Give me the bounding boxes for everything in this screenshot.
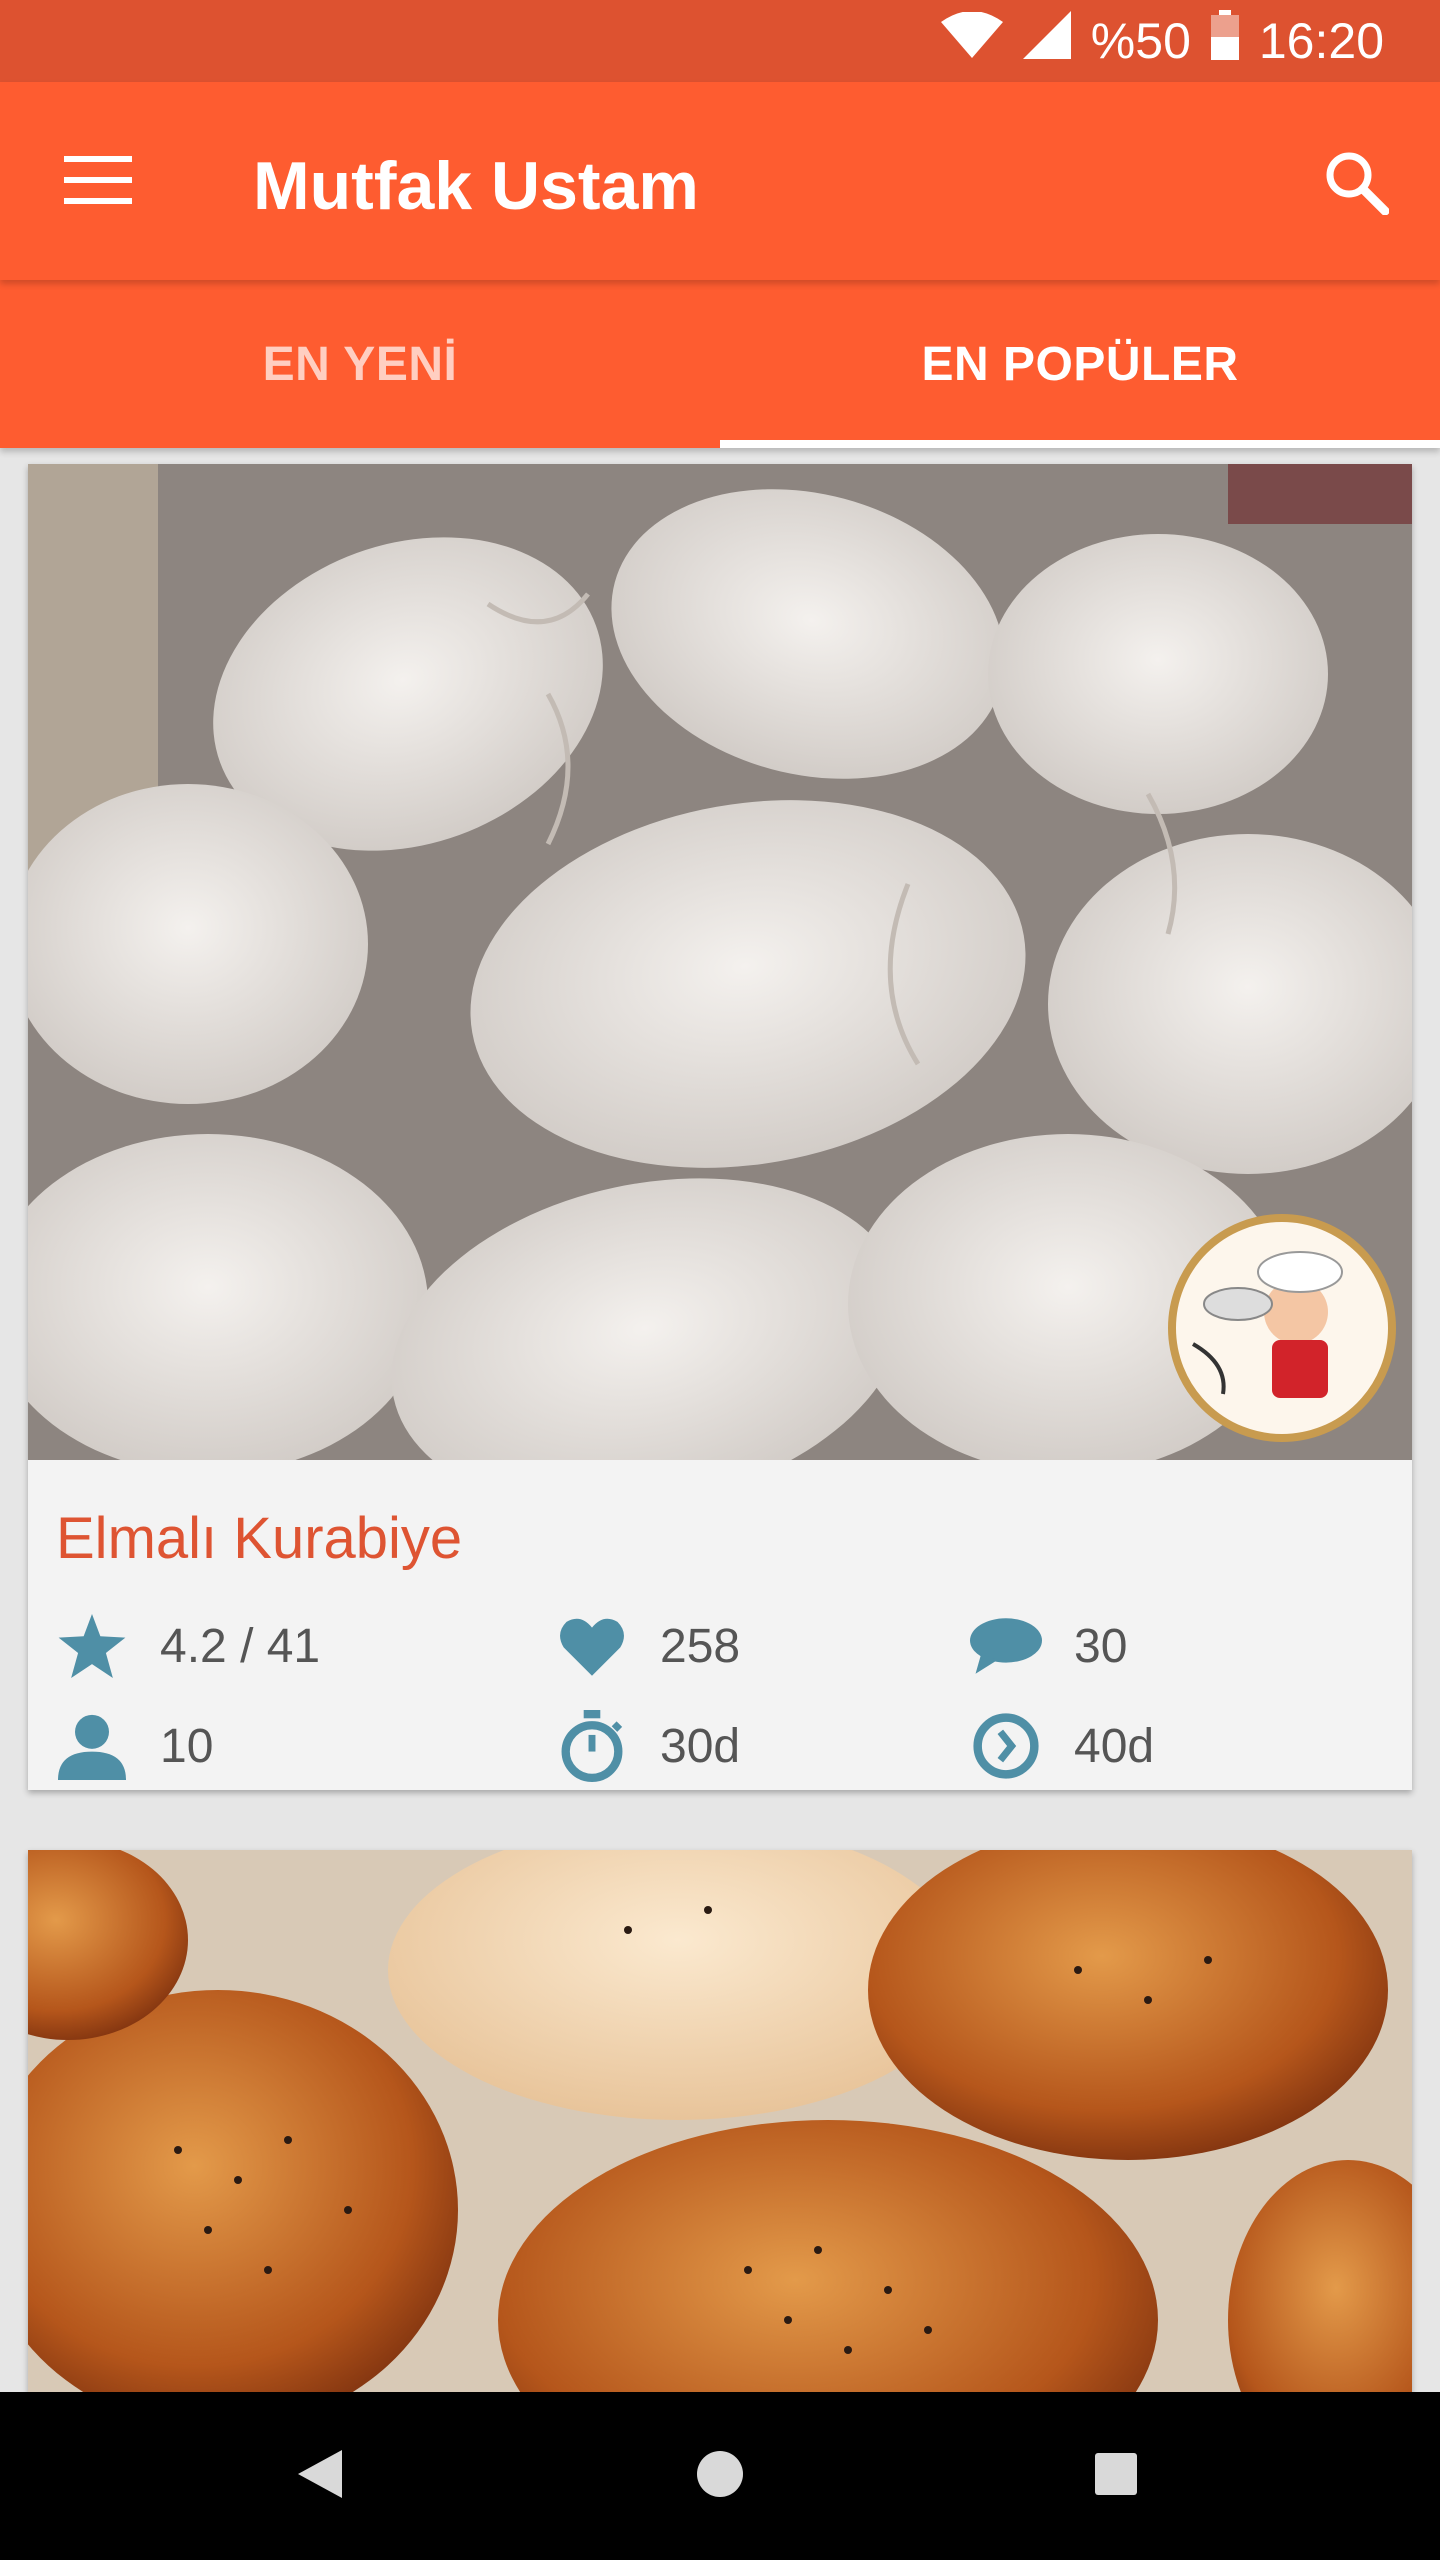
tab-popular[interactable]: EN POPÜLER — [720, 280, 1440, 448]
tab-newest[interactable]: EN YENİ — [0, 280, 720, 448]
servings-value: 10 — [160, 1719, 214, 1773]
recipe-list[interactable]: Elmalı Kurabiye 4.2 / 41 258 30 10 30d 4… — [0, 448, 1440, 2392]
comments-value: 30 — [1074, 1619, 1128, 1673]
status-bar: %50 16:20 — [0, 0, 1440, 82]
home-button[interactable] — [670, 2426, 770, 2526]
comment-icon — [970, 1610, 1042, 1682]
prep-time-value: 30d — [660, 1719, 741, 1773]
recents-icon — [1095, 2452, 1137, 2500]
watermark-logo — [1168, 1214, 1396, 1442]
cook-time-stat: 40d — [970, 1710, 1154, 1782]
clock: 16:20 — [1258, 13, 1384, 69]
recipe-title: Elmalı Kurabiye — [56, 1506, 463, 1571]
comments-stat: 30 — [970, 1610, 1127, 1682]
cook-time-value: 40d — [1074, 1719, 1155, 1773]
search-button[interactable] — [1306, 134, 1406, 234]
star-icon — [56, 1610, 128, 1682]
recipe-photo — [28, 1850, 1412, 2392]
wifi-icon — [940, 11, 1003, 70]
status-indicators: %50 16:20 — [940, 0, 1384, 82]
menu-button[interactable] — [44, 134, 152, 230]
heart-icon — [556, 1610, 628, 1682]
search-icon — [1323, 149, 1390, 220]
battery-icon — [1210, 10, 1239, 72]
tab-indicator — [720, 440, 1440, 448]
hamburger-menu-icon — [64, 155, 132, 209]
rating-value: 4.2 / 41 — [160, 1619, 321, 1673]
likes-stat: 258 — [556, 1610, 740, 1682]
back-button[interactable] — [270, 2426, 370, 2526]
rating-stat: 4.2 / 41 — [56, 1610, 320, 1682]
home-icon — [696, 2450, 744, 2503]
clock-icon — [970, 1710, 1042, 1782]
recipe-card[interactable]: Elmalı Kurabiye 4.2 / 41 258 30 10 30d 4… — [28, 464, 1412, 1790]
app-title: Mutfak Ustam — [253, 148, 699, 224]
servings-stat: 10 — [56, 1710, 213, 1782]
tab-bar: EN YENİ EN POPÜLER — [0, 280, 1440, 448]
app-bar: Mutfak Ustam — [0, 82, 1440, 280]
recipe-photo — [28, 464, 1412, 1460]
person-icon — [56, 1710, 128, 1782]
recipe-stats: 4.2 / 41 258 30 10 30d 40d — [56, 1610, 1396, 1810]
likes-value: 258 — [660, 1619, 741, 1673]
signal-icon — [1022, 11, 1071, 71]
recents-button[interactable] — [1066, 2426, 1166, 2526]
stopwatch-icon — [556, 1710, 628, 1782]
recipe-card[interactable] — [28, 1850, 1412, 2392]
back-icon — [298, 2449, 342, 2503]
prep-time-stat: 30d — [556, 1710, 740, 1782]
system-navigation-bar — [0, 2392, 1440, 2560]
battery-percent: %50 — [1090, 13, 1191, 69]
